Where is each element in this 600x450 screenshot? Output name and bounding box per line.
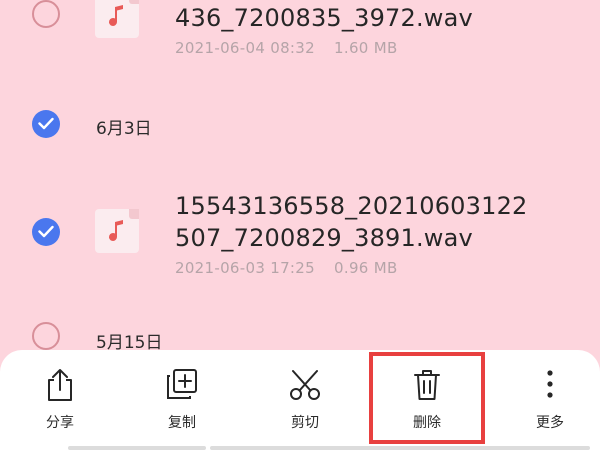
file-name-line: 15543136558_20210603122 xyxy=(175,192,528,220)
cut-button[interactable]: 剪切 xyxy=(255,350,355,450)
file-date: 2021-06-03 17:25 xyxy=(175,259,315,277)
file-date: 2021-06-04 08:32 xyxy=(175,39,315,57)
bottom-handle xyxy=(68,446,206,450)
share-button[interactable]: 分享 xyxy=(10,350,110,450)
more-label: 更多 xyxy=(536,415,564,431)
audio-file-icon xyxy=(95,0,139,38)
file-name-line: 507_7200829_3891.wav xyxy=(175,224,473,252)
cut-label: 剪切 xyxy=(291,415,319,431)
copy-label: 复制 xyxy=(168,415,196,431)
delete-highlight-box xyxy=(369,352,485,444)
copy-button[interactable]: 复制 xyxy=(132,350,232,450)
bottom-action-bar: 分享 复制 剪切 删除 更多 xyxy=(0,350,600,450)
music-note-icon xyxy=(109,5,123,26)
file-meta: 2021-06-04 08:32 1.60 MB xyxy=(175,39,398,57)
share-label: 分享 xyxy=(46,415,74,431)
file-name[interactable]: 15543136558_20210603122 507_7200829_3891… xyxy=(175,190,528,254)
group-select-checkbox[interactable] xyxy=(32,110,60,138)
more-button[interactable]: 更多 xyxy=(500,350,600,450)
group-select-checkbox[interactable] xyxy=(32,322,60,350)
audio-file-icon xyxy=(95,209,139,253)
date-group-header: 6月3日 xyxy=(96,119,152,139)
scissors-icon xyxy=(290,370,320,400)
file-meta: 2021-06-03 17:25 0.96 MB xyxy=(175,259,398,277)
file-select-checkbox[interactable] xyxy=(32,0,60,28)
file-name-line: 436_7200835_3972.wav xyxy=(175,4,473,32)
bottom-handle xyxy=(210,446,590,450)
file-size: 0.96 MB xyxy=(334,259,398,277)
share-icon xyxy=(48,369,72,401)
copy-icon xyxy=(167,369,197,399)
file-select-checkbox[interactable] xyxy=(32,218,60,246)
file-size: 1.60 MB xyxy=(334,39,398,57)
music-note-icon xyxy=(109,220,123,241)
checkmark-icon xyxy=(38,117,54,130)
file-name[interactable]: 436_7200835_3972.wav xyxy=(175,2,473,34)
checkmark-icon xyxy=(38,225,54,238)
more-vertical-icon xyxy=(547,370,553,398)
